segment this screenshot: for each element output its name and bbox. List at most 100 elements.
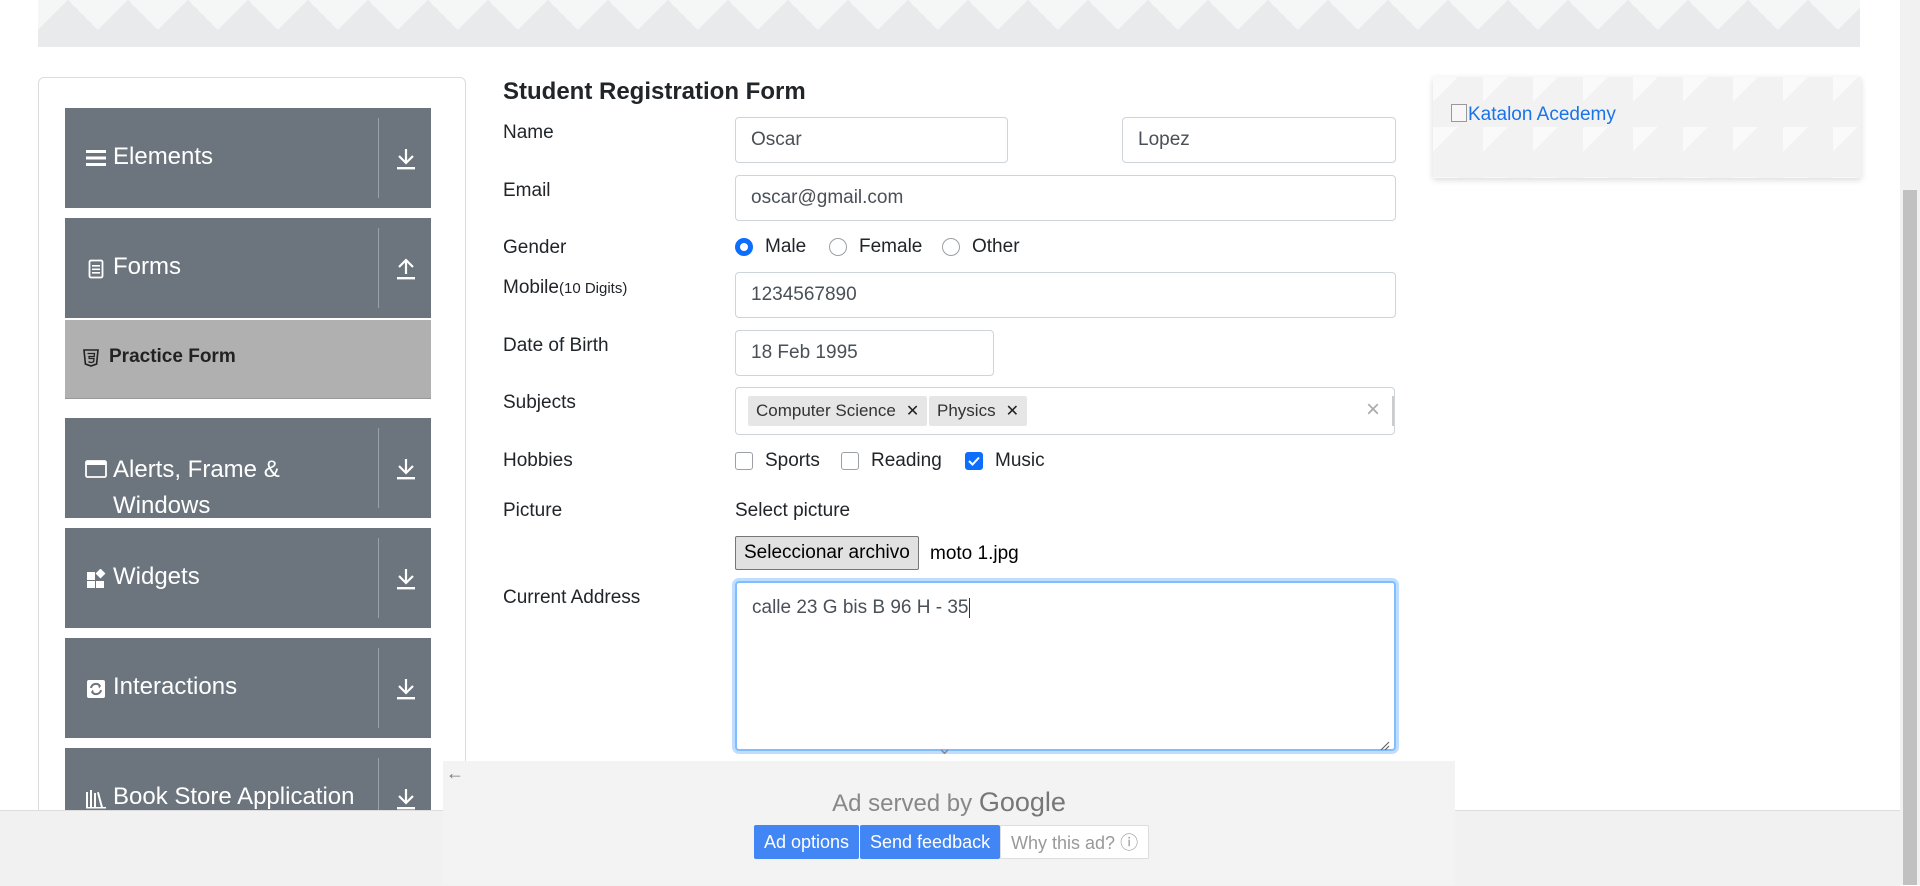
name-label: Name	[503, 122, 554, 143]
remove-chip-icon[interactable]: ✕	[1006, 401, 1019, 421]
divider	[378, 538, 379, 618]
checkbox[interactable]	[841, 452, 859, 470]
check-icon	[968, 456, 980, 466]
dob-label: Date of Birth	[503, 335, 609, 356]
window-icon	[85, 458, 107, 480]
mobile-label-text: Mobile	[503, 277, 559, 298]
divider	[378, 428, 379, 508]
gender-radio-female[interactable]: Female	[829, 236, 922, 258]
page-scrollbar[interactable]	[1900, 0, 1920, 885]
subject-chip-label: Physics	[937, 401, 996, 420]
why-this-ad-label: Why this ad?	[1011, 833, 1116, 853]
sidebar: Elements Forms Practice Form Alerts, Fra…	[38, 77, 466, 819]
side-advertisement[interactable]: Katalon Acedemy	[1433, 77, 1861, 178]
mobile-hint: (10 Digits)	[558, 280, 628, 297]
download-icon[interactable]	[391, 564, 421, 594]
checkbox[interactable]	[965, 452, 983, 470]
select-picture-label: Select picture	[735, 500, 851, 521]
info-icon: ⓘ	[1120, 833, 1139, 853]
remove-chip-icon[interactable]: ✕	[906, 401, 919, 421]
sidebar-group-interactions[interactable]: Interactions	[65, 638, 431, 738]
widgets-icon	[85, 568, 107, 590]
text-caret	[968, 597, 970, 618]
radio-button[interactable]	[829, 238, 847, 256]
subject-chip: Computer Science ✕	[748, 396, 928, 426]
mobile-input[interactable]	[735, 272, 1396, 318]
checkbox[interactable]	[735, 452, 753, 470]
hobby-checkbox-sports[interactable]: Sports	[735, 450, 820, 472]
date-of-birth-input[interactable]	[735, 330, 994, 376]
ad-served-label: Ad served by	[832, 790, 973, 817]
choose-file-button[interactable]: Seleccionar archivo	[735, 536, 919, 570]
html5-icon	[83, 349, 101, 367]
hobby-checkbox-reading[interactable]: Reading	[841, 450, 942, 472]
address-text: calle 23 G bis B 96 H - 35	[752, 597, 969, 618]
radio-label: Female	[859, 236, 923, 257]
picture-label: Picture	[503, 500, 563, 521]
menu-icon	[85, 147, 107, 169]
scrollbar-thumb[interactable]	[1903, 190, 1917, 885]
chevron-down-icon[interactable]: ⌄	[937, 738, 952, 759]
checkbox-label: Sports	[765, 450, 820, 471]
select-separator	[1392, 396, 1394, 426]
ad-served-by-text: Ad served by Google	[443, 787, 1455, 818]
hobby-checkbox-music[interactable]: Music	[965, 450, 1045, 472]
sidebar-group-label: Elements	[113, 143, 214, 170]
katalon-ad-link[interactable]: Katalon Acedemy	[1451, 104, 1616, 126]
sidebar-group-label: Widgets	[113, 563, 200, 590]
radio-label: Male	[765, 236, 807, 257]
last-name-input[interactable]	[1122, 117, 1396, 163]
gender-radio-other[interactable]: Other	[942, 236, 1020, 258]
form-title: Student Registration Form	[503, 78, 806, 105]
subject-chip: Physics ✕	[929, 396, 1027, 426]
mobile-label: Mobile(10 Digits)	[503, 277, 627, 299]
sidebar-group-widgets[interactable]: Widgets	[65, 528, 431, 628]
google-logo: Google	[978, 787, 1066, 817]
divider	[378, 118, 379, 198]
download-icon[interactable]	[391, 674, 421, 704]
books-icon	[85, 788, 107, 810]
send-feedback-button[interactable]: Send feedback	[860, 825, 1001, 859]
sidebar-group-label: Forms	[113, 253, 181, 280]
email-input[interactable]	[735, 175, 1396, 221]
google-ad-overlay: ← Ad served by Google Ad options Send fe…	[443, 761, 1455, 885]
gender-label: Gender	[503, 237, 567, 258]
current-address-textarea[interactable]: calle 23 G bis B 96 H - 35	[735, 581, 1396, 751]
divider	[378, 648, 379, 728]
ad-alt-text: Katalon Acedemy	[1468, 104, 1616, 125]
sidebar-group-label: Interactions	[113, 673, 238, 700]
upload-icon[interactable]	[391, 254, 421, 284]
radio-label: Other	[972, 236, 1020, 257]
divider	[378, 228, 379, 308]
sidebar-group-book-store[interactable]: Book Store Application	[65, 748, 431, 818]
sidebar-item-practice-form[interactable]: Practice Form	[65, 320, 431, 399]
arrow-left-icon[interactable]: ←	[446, 763, 464, 784]
email-label: Email	[503, 180, 551, 201]
first-name-input[interactable]	[735, 117, 1008, 163]
sidebar-group-elements[interactable]: Elements	[65, 108, 431, 208]
checkbox-label: Music	[995, 450, 1045, 471]
subjects-input[interactable]: Computer Science ✕ Physics ✕ ×	[735, 387, 1395, 435]
subject-chip-label: Computer Science	[756, 401, 896, 420]
why-this-ad-button[interactable]: Why this ad? ⓘ	[1000, 825, 1150, 859]
sidebar-item-label: Practice Form	[109, 346, 236, 367]
address-label: Current Address	[503, 587, 641, 608]
download-icon[interactable]	[391, 454, 421, 484]
sidebar-group-label: Alerts, Frame & Windows	[113, 456, 280, 519]
sidebar-group-alerts-frame-windows[interactable]: Alerts, Frame & Windows	[65, 418, 431, 519]
download-icon[interactable]	[391, 144, 421, 174]
sidebar-group-forms[interactable]: Forms	[65, 218, 431, 318]
radio-button[interactable]	[735, 238, 753, 256]
subjects-label: Subjects	[503, 392, 576, 413]
document-icon	[85, 258, 107, 280]
ad-options-button[interactable]: Ad options	[754, 825, 860, 859]
selected-file-name: moto 1.jpg	[930, 543, 1019, 564]
hobbies-label: Hobbies	[503, 450, 573, 471]
top-banner	[38, 0, 1860, 47]
broken-image-icon	[1451, 104, 1467, 122]
resize-handle-icon[interactable]	[1380, 735, 1390, 751]
gender-radio-male[interactable]: Male	[735, 236, 806, 258]
checkbox-label: Reading	[871, 450, 942, 471]
clear-all-icon[interactable]: ×	[1366, 396, 1380, 424]
radio-button[interactable]	[942, 238, 960, 256]
